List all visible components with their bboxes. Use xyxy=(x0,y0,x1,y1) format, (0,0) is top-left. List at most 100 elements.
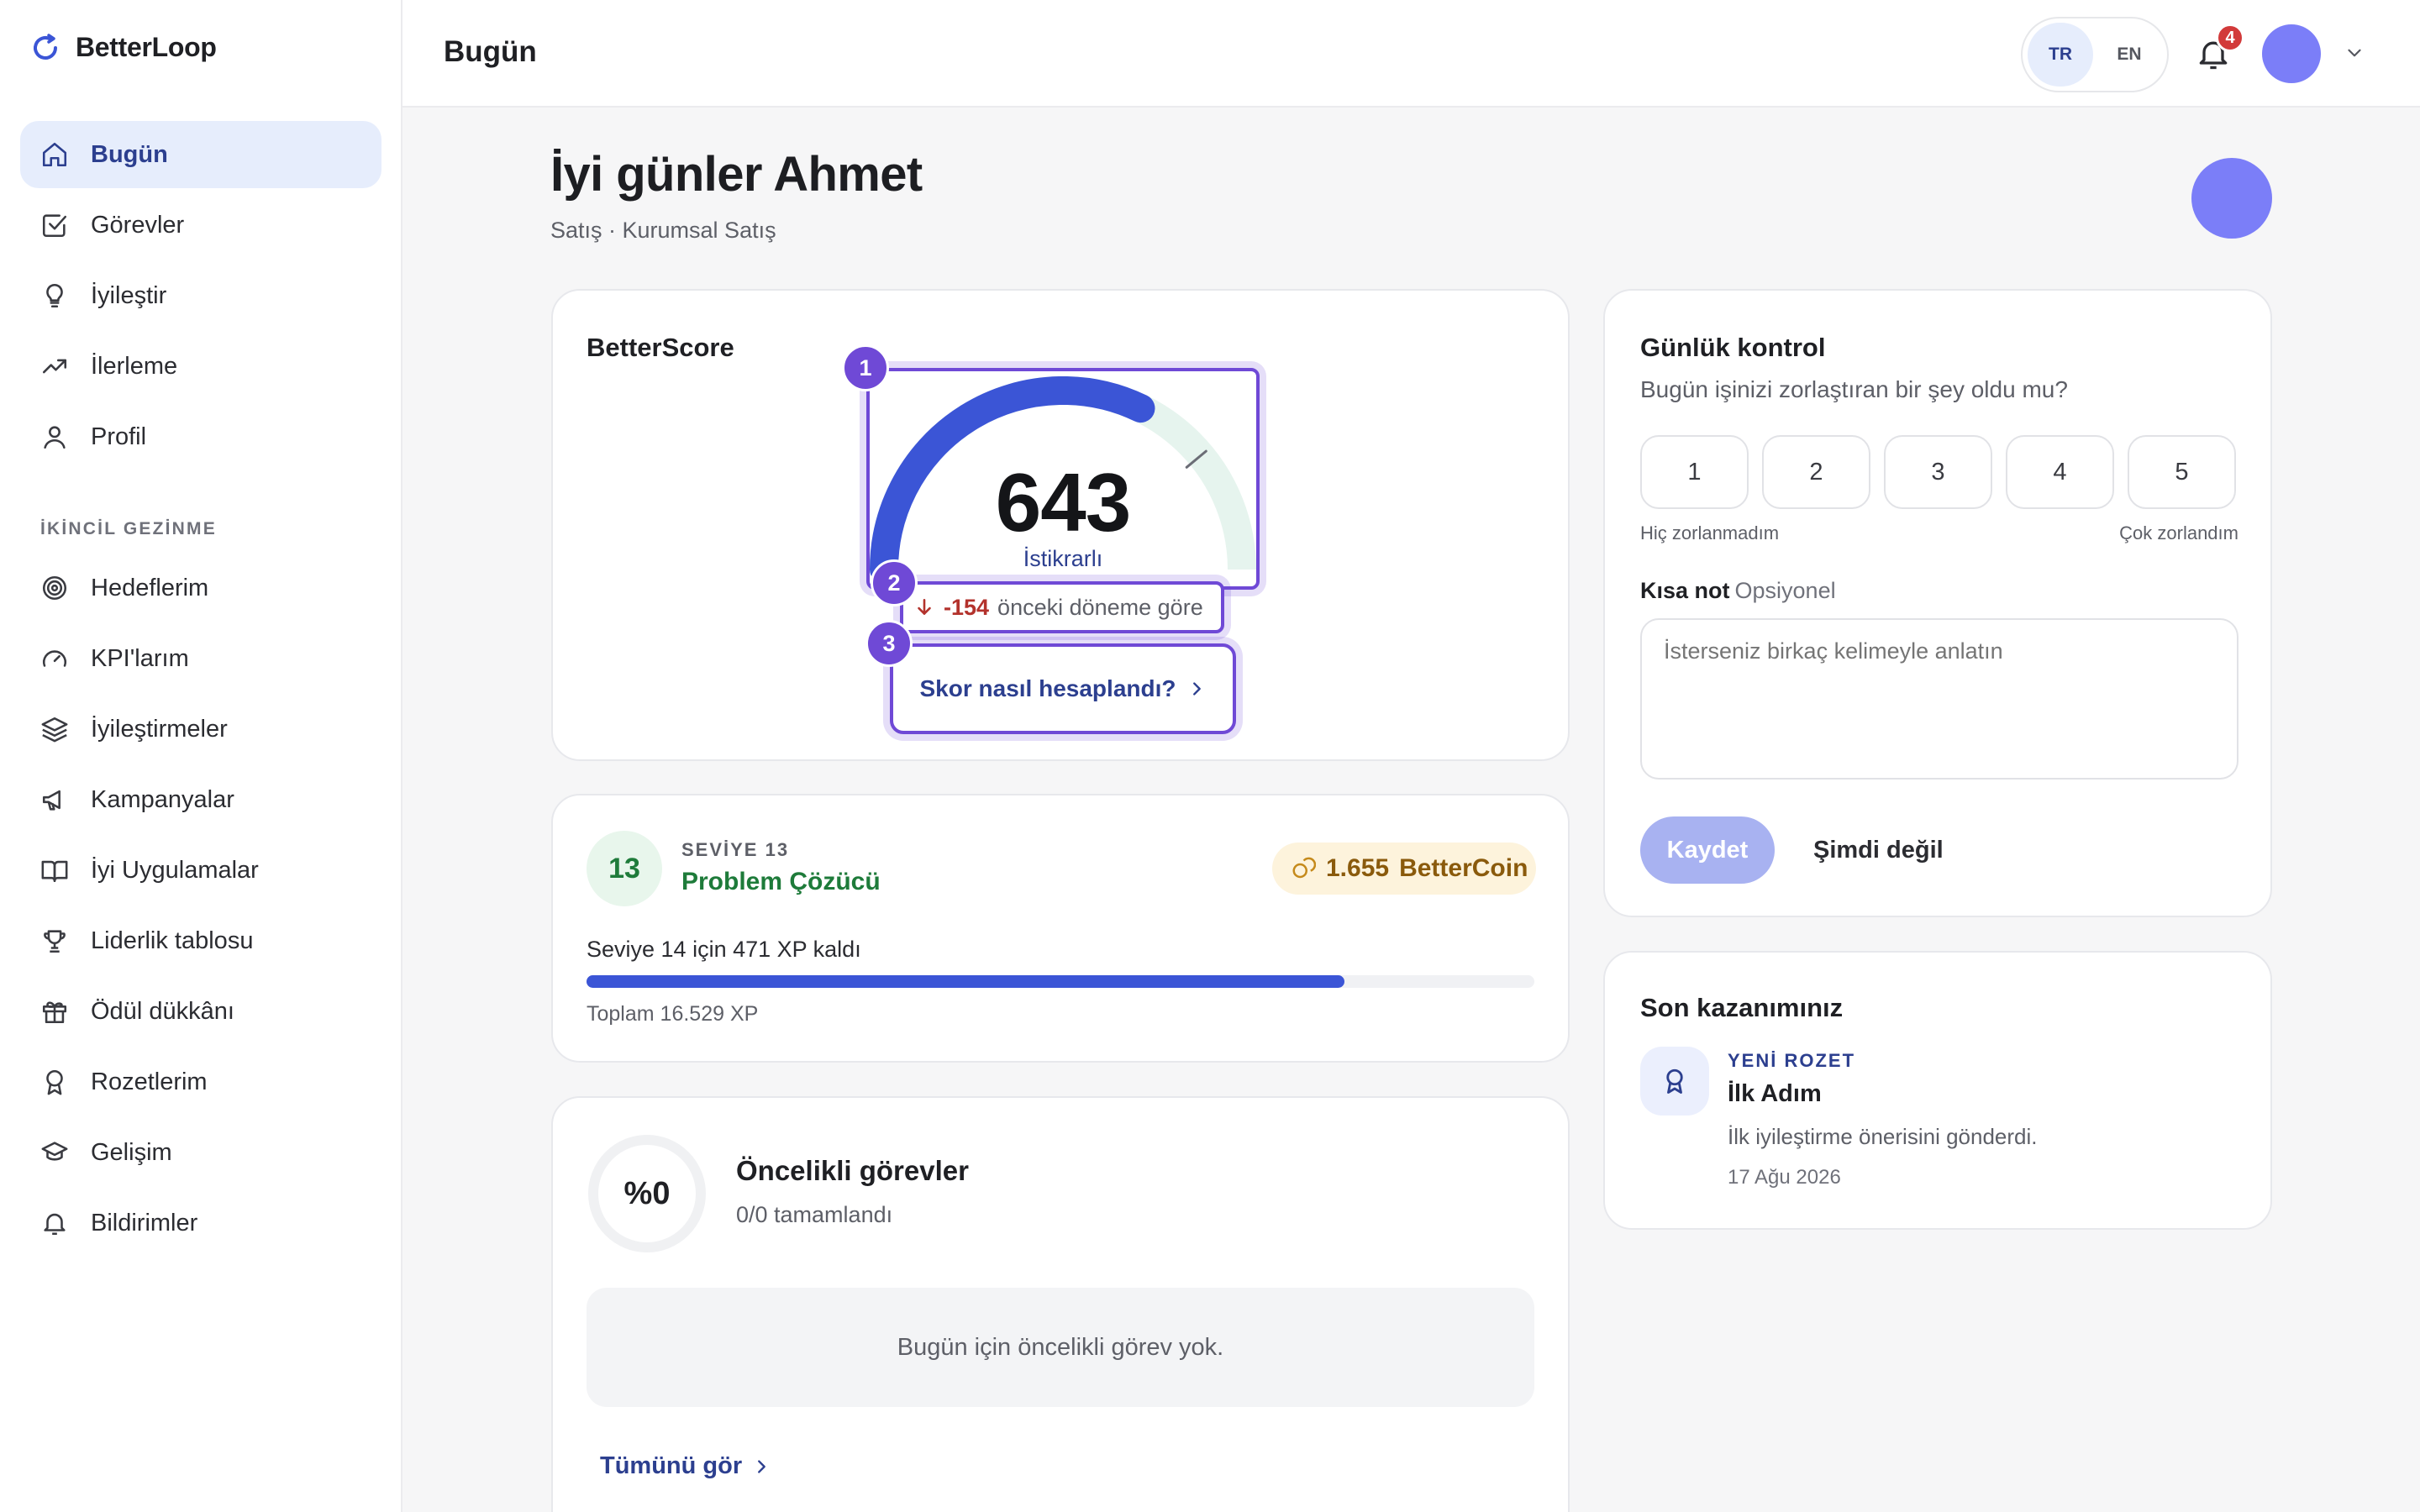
priority-subtitle: 0/0 tamamlandı xyxy=(736,1202,893,1227)
achievement-title: Son kazanımınız xyxy=(1640,993,1844,1022)
sidebar-item-kampanyalar[interactable]: Kampanyalar xyxy=(20,766,381,833)
greeting-title: İyi günler Ahmet xyxy=(550,147,923,202)
rating-1-button[interactable]: 1 xyxy=(1640,435,1749,509)
layers-icon xyxy=(41,717,68,743)
daily-check-title: Günlük kontrol xyxy=(1640,333,1826,362)
sidebar-item-label: Görevler xyxy=(91,211,185,239)
see-all-label: Tümünü gör xyxy=(600,1452,743,1479)
score-delta-text: önceki döneme göre xyxy=(997,594,1203,620)
sidebar-item-ilerleme[interactable]: İlerleme xyxy=(20,333,381,400)
not-now-button[interactable]: Şimdi değil xyxy=(1813,837,1944,864)
sidebar-item-gorevler[interactable]: Görevler xyxy=(20,192,381,259)
rating-4-button[interactable]: 4 xyxy=(2006,435,2114,509)
recent-achievement-card: Son kazanımınız YENİ ROZET İlk Adım İlk … xyxy=(1603,951,2272,1230)
brand-name: BetterLoop xyxy=(76,32,217,62)
rating-5-button[interactable]: 5 xyxy=(2128,435,2236,509)
language-tr-button[interactable]: TR xyxy=(2028,23,2093,87)
greeting: İyi günler Ahmet Satış · Kurumsal Satış xyxy=(550,146,923,244)
xp-total: Toplam 16.529 XP xyxy=(587,1002,759,1026)
sidebar-item-kpilarim[interactable]: KPI'larım xyxy=(20,625,381,692)
note-label: Kısa not Opsiyonel xyxy=(1640,578,1836,604)
betterscore-title: BetterScore xyxy=(587,333,734,362)
step-badge-1: 1 xyxy=(842,344,889,391)
chevron-down-icon[interactable] xyxy=(2344,42,2365,64)
score-explanation-label: Skor nasıl hesaplandı? xyxy=(919,675,1176,701)
rating-legend: Hiç zorlanmadım Çok zorlandım xyxy=(1640,522,2238,544)
sidebar-item-label: Profil xyxy=(91,423,147,450)
greeting-subtitle: Satış · Kurumsal Satış xyxy=(550,218,776,243)
sidebar: BetterLoop Bugün Görevler İyileştir İler… xyxy=(0,0,402,1512)
graduation-cap-icon xyxy=(41,1142,68,1161)
rating-high-label: Çok zorlandım xyxy=(2119,522,2238,543)
xp-remaining: Seviye 14 için 471 XP kaldı xyxy=(587,937,861,962)
chevron-right-icon xyxy=(758,1459,765,1473)
score-gauge: 643 İstikrarlı xyxy=(866,368,1260,590)
sidebar-item-profil[interactable]: Profil xyxy=(20,403,381,470)
profile-avatar[interactable] xyxy=(2191,158,2272,239)
xp-progress-bar xyxy=(587,975,1534,988)
level-card: 13 SEVİYE 13 Problem Çözücü 1.655 Better… xyxy=(551,794,1570,1063)
sidebar-item-liderlik[interactable]: Liderlik tablosu xyxy=(20,907,381,974)
user-icon xyxy=(44,426,66,449)
user-avatar[interactable] xyxy=(2262,24,2321,83)
sidebar-item-label: İyi Uygulamalar xyxy=(91,856,259,884)
priority-empty-state: Bugün için öncelikli görev yok. xyxy=(587,1288,1534,1407)
save-button[interactable]: Kaydet xyxy=(1640,816,1775,884)
chevron-right-icon xyxy=(1193,682,1202,696)
sidebar-item-label: Bugün xyxy=(91,140,168,168)
level-kicker: SEVİYE 13 xyxy=(681,839,790,860)
bell-icon xyxy=(44,1213,66,1236)
sidebar-item-label: KPI'larım xyxy=(91,644,189,672)
coins-icon xyxy=(1292,857,1316,879)
bettercoin-balance[interactable]: 1.655 BetterCoin xyxy=(1272,843,1536,895)
lightbulb-icon xyxy=(46,283,63,308)
sidebar-item-label: İyileştir xyxy=(91,281,167,309)
betterscore-card: BetterScore 643 İstikrarlı -154 önceki d… xyxy=(551,289,1570,761)
daily-check-card: Günlük kontrol Bugün işinizi zorlaştıran… xyxy=(1603,289,2272,917)
target-icon xyxy=(42,575,67,601)
brand[interactable]: BetterLoop xyxy=(30,32,217,63)
coin-label: BetterCoin xyxy=(1399,854,1528,882)
sidebar-item-gelisim[interactable]: Gelişim xyxy=(20,1119,381,1186)
secondary-nav: Hedeflerim KPI'larım İyileştirmeler Kamp… xyxy=(20,554,381,1257)
top-bar: Bugün TR EN 4 xyxy=(402,0,2420,108)
trending-up-icon xyxy=(42,359,67,374)
achievement-description: İlk iyileştirme önerisini gönderdi. xyxy=(1728,1124,2038,1149)
xp-progress-fill xyxy=(587,975,1345,988)
arrow-down-icon xyxy=(918,599,931,615)
step-badge-2: 2 xyxy=(871,559,918,606)
sidebar-item-bugun[interactable]: Bugün xyxy=(20,121,381,188)
step-badge-3: 3 xyxy=(865,620,913,667)
sidebar-item-label: Rozetlerim xyxy=(91,1068,208,1095)
difficulty-rating: 1 2 3 4 5 xyxy=(1640,435,2236,509)
see-all-link[interactable]: Tümünü gör xyxy=(600,1452,771,1480)
rating-low-label: Hiç zorlanmadım xyxy=(1640,522,1780,543)
home-icon xyxy=(42,142,67,167)
sidebar-item-hedeflerim[interactable]: Hedeflerim xyxy=(20,554,381,622)
trophy-icon xyxy=(44,930,66,953)
gauge-icon xyxy=(43,650,66,667)
sidebar-item-bildirimler[interactable]: Bildirimler xyxy=(20,1189,381,1257)
daily-check-question: Bugün işinizi zorlaştıran bir şey oldu m… xyxy=(1640,376,2068,402)
rating-3-button[interactable]: 3 xyxy=(1884,435,1992,509)
sidebar-item-iyi-uygulamalar[interactable]: İyi Uygulamalar xyxy=(20,837,381,904)
sidebar-nav: Bugün Görevler İyileştir İlerleme Profil… xyxy=(20,121,381,1260)
score-delta: -154 önceki döneme göre xyxy=(900,581,1224,633)
app-root: BetterLoop Bugün Görevler İyileştir İler… xyxy=(0,0,2420,1512)
sidebar-item-label: Liderlik tablosu xyxy=(91,927,254,954)
notification-count-badge: 4 xyxy=(2216,24,2244,52)
sidebar-item-label: Gelişim xyxy=(91,1138,172,1166)
note-textarea[interactable] xyxy=(1640,618,2238,780)
rating-2-button[interactable]: 2 xyxy=(1762,435,1870,509)
sidebar-item-iyilestir[interactable]: İyileştir xyxy=(20,262,381,329)
sidebar-item-label: İyileştirmeler xyxy=(91,715,228,743)
note-label-text: Kısa not xyxy=(1640,578,1730,603)
completion-percent: %0 xyxy=(623,1175,671,1211)
sidebar-item-rozetlerim[interactable]: Rozetlerim xyxy=(20,1048,381,1116)
book-icon xyxy=(41,860,68,883)
score-explanation-button[interactable]: Skor nasıl hesaplandı? xyxy=(890,643,1236,734)
language-en-button[interactable]: EN xyxy=(2096,23,2162,87)
score-status: İstikrarlı xyxy=(1023,546,1103,571)
sidebar-item-odul-dukkani[interactable]: Ödül dükkânı xyxy=(20,978,381,1045)
sidebar-item-iyilestirmeler[interactable]: İyileştirmeler xyxy=(20,696,381,763)
